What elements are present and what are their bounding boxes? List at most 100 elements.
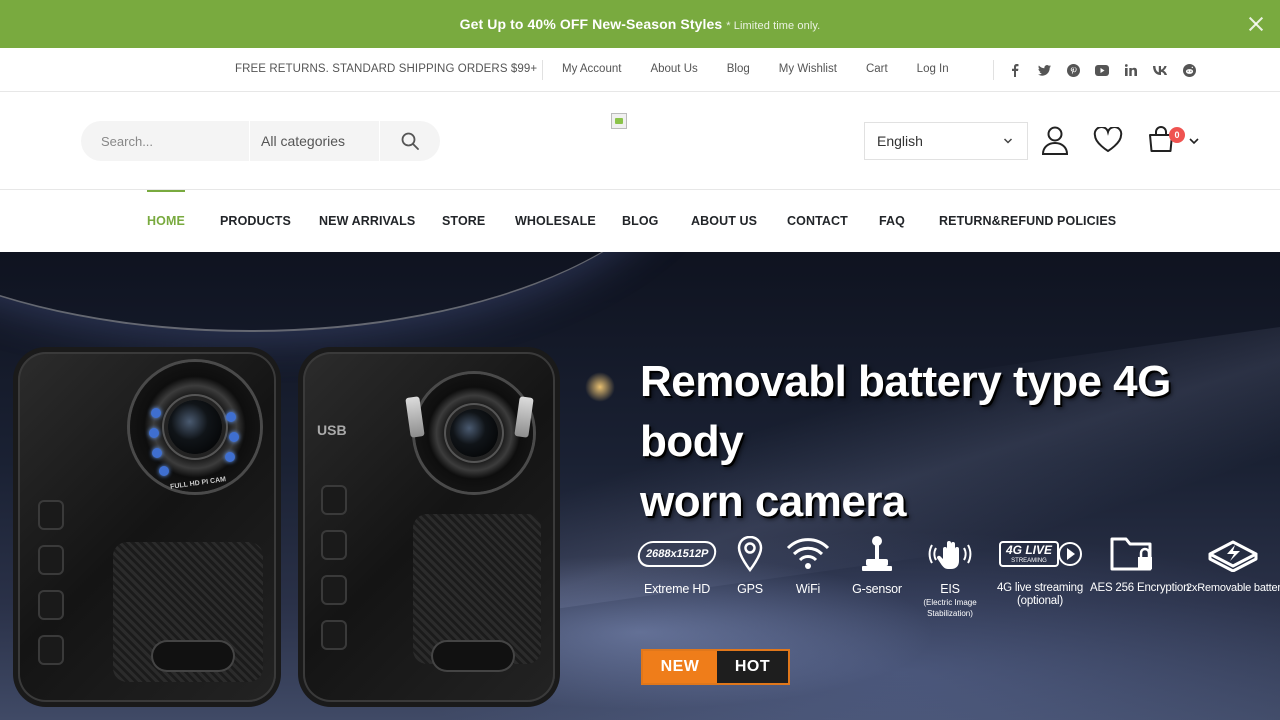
promo-subtext: * Limited time only. bbox=[726, 20, 821, 32]
hand-icon bbox=[918, 532, 982, 576]
feature-label: WiFi bbox=[795, 582, 821, 596]
top-links: My Account About Us Blog My Wishlist Car… bbox=[562, 63, 978, 75]
search-icon bbox=[401, 132, 419, 150]
wifi-icon bbox=[784, 532, 832, 576]
feature-sub-label: Stabilization) bbox=[927, 609, 973, 618]
feature-4g-live-streaming: 4G LIVE STREAMING 4G live streaming (opt… bbox=[995, 532, 1085, 607]
ir-led bbox=[151, 408, 161, 418]
twitter-icon[interactable] bbox=[1037, 60, 1051, 80]
promo-bar: Get Up to 40% OFF New-Season Styles * Lim… bbox=[0, 0, 1280, 48]
top-link-blog[interactable]: Blog bbox=[727, 63, 750, 75]
camera-button bbox=[323, 577, 345, 603]
nav-new-arrivals[interactable]: NEW ARRIVALS bbox=[319, 190, 415, 252]
feature-gps: GPS bbox=[730, 532, 770, 596]
user-icon[interactable] bbox=[1040, 125, 1070, 155]
nav-blog[interactable]: BLOG bbox=[622, 190, 659, 252]
camera-slot bbox=[433, 642, 513, 670]
category-select[interactable]: All categories bbox=[249, 121, 380, 161]
nav-return-refund-policies[interactable]: RETURN&REFUND POLICIES bbox=[939, 190, 1116, 252]
resolution-icon: 2688x1512P bbox=[635, 532, 719, 576]
pinterest-icon[interactable] bbox=[1066, 60, 1080, 80]
badge-hot: HOT bbox=[717, 651, 788, 683]
planet-arc bbox=[0, 252, 700, 332]
feature-label: 4G live streaming bbox=[996, 582, 1084, 594]
camera-button bbox=[323, 487, 345, 513]
nav-about-us[interactable]: ABOUT US bbox=[691, 190, 757, 252]
feature-label: EIS bbox=[940, 582, 960, 596]
battery-icon bbox=[1186, 532, 1280, 576]
chevron-down-icon[interactable] bbox=[1188, 136, 1200, 146]
new-hot-badge: NEW HOT bbox=[641, 649, 790, 685]
shipping-notice: FREE RETURNS. STANDARD SHIPPING ORDERS $… bbox=[235, 63, 538, 75]
camera-button bbox=[40, 502, 62, 528]
feature-label: GPS bbox=[737, 582, 763, 596]
site-logo[interactable] bbox=[611, 113, 627, 129]
nav-store[interactable]: STORE bbox=[442, 190, 485, 252]
camera-side-image: USB bbox=[303, 352, 555, 702]
resolution-badge: 2688x1512P bbox=[635, 541, 719, 567]
language-select[interactable]: English bbox=[864, 122, 1028, 160]
close-icon[interactable] bbox=[1246, 14, 1266, 34]
ir-led bbox=[229, 432, 239, 442]
nav-faq[interactable]: FAQ bbox=[879, 190, 905, 252]
top-link-cart[interactable]: Cart bbox=[866, 63, 888, 75]
ir-led bbox=[225, 452, 235, 462]
live-badge-subtext: STREAMING bbox=[1011, 558, 1047, 564]
top-link-my-account[interactable]: My Account bbox=[562, 63, 621, 75]
hero-title-line1: Removabl battery type 4G body bbox=[640, 357, 1171, 466]
top-link-log-in[interactable]: Log In bbox=[917, 63, 949, 75]
camera-lens bbox=[450, 409, 498, 457]
top-links-bar: FREE RETURNS. STANDARD SHIPPING ORDERS $… bbox=[0, 48, 1280, 92]
folder-lock-icon bbox=[1090, 532, 1176, 576]
promo-text-post: New-Season Styles bbox=[588, 16, 723, 32]
ir-led bbox=[159, 466, 169, 476]
camera-button bbox=[323, 622, 345, 648]
nav-home[interactable]: HOME bbox=[147, 190, 185, 252]
joystick-icon bbox=[846, 532, 908, 576]
camera-button bbox=[323, 532, 345, 558]
divider bbox=[993, 60, 994, 80]
wishlist-heart-icon[interactable] bbox=[1093, 127, 1123, 153]
live-badge-text: 4G LIVE bbox=[1005, 543, 1052, 557]
hero-banner[interactable]: FULL HD PI CAM USB Removabl battery type… bbox=[0, 252, 1280, 720]
feature-label: 2xRemovable battery bbox=[1186, 582, 1280, 594]
feature-sub-label: (Electric Image bbox=[923, 598, 977, 607]
nav-products[interactable]: PRODUCTS bbox=[220, 190, 291, 252]
promo-text: Get Up to 40% OFF New-Season Styles * Lim… bbox=[460, 16, 821, 32]
divider bbox=[542, 60, 543, 80]
light-strip bbox=[405, 396, 425, 438]
promo-discount: 40% OFF bbox=[527, 16, 589, 32]
ir-led bbox=[226, 412, 236, 422]
gps-pin-icon bbox=[730, 532, 770, 576]
camera-button bbox=[40, 637, 62, 663]
search-input[interactable] bbox=[81, 121, 249, 161]
play-icon bbox=[1058, 542, 1082, 566]
feature-label: G-sensor bbox=[852, 582, 902, 596]
light-glow bbox=[585, 372, 615, 402]
chevron-down-icon bbox=[1003, 138, 1013, 144]
search-bar: All categories bbox=[81, 121, 440, 161]
feature-aes-256-encryption: AES 256 Encryption bbox=[1090, 532, 1190, 594]
ir-led bbox=[149, 428, 159, 438]
search-button[interactable] bbox=[380, 121, 439, 161]
top-link-about-us[interactable]: About Us bbox=[650, 63, 697, 75]
reddit-icon[interactable] bbox=[1182, 60, 1196, 80]
social-links bbox=[1008, 60, 1196, 80]
youtube-icon[interactable] bbox=[1095, 60, 1109, 80]
top-link-my-wishlist[interactable]: My Wishlist bbox=[779, 63, 837, 75]
linkedin-icon[interactable] bbox=[1124, 60, 1138, 80]
badge-new: NEW bbox=[643, 651, 717, 683]
vk-icon[interactable] bbox=[1153, 60, 1167, 80]
nav-contact[interactable]: CONTACT bbox=[787, 190, 848, 252]
camera-slot bbox=[153, 642, 233, 670]
feature-g-sensor: G-sensor bbox=[846, 532, 908, 596]
feature-extreme-hd: 2688x1512P Extreme HD bbox=[635, 532, 719, 596]
feature-wifi: WiFi bbox=[784, 532, 832, 596]
facebook-icon[interactable] bbox=[1008, 60, 1022, 80]
feature-label: AES 256 Encryption bbox=[1090, 582, 1190, 594]
hero-title: Removabl battery type 4G body worn camer… bbox=[640, 352, 1280, 532]
language-value: English bbox=[877, 133, 923, 149]
nav-wholesale[interactable]: WHOLESALE bbox=[515, 190, 596, 252]
camera-button bbox=[40, 592, 62, 618]
camera-button bbox=[40, 547, 62, 573]
